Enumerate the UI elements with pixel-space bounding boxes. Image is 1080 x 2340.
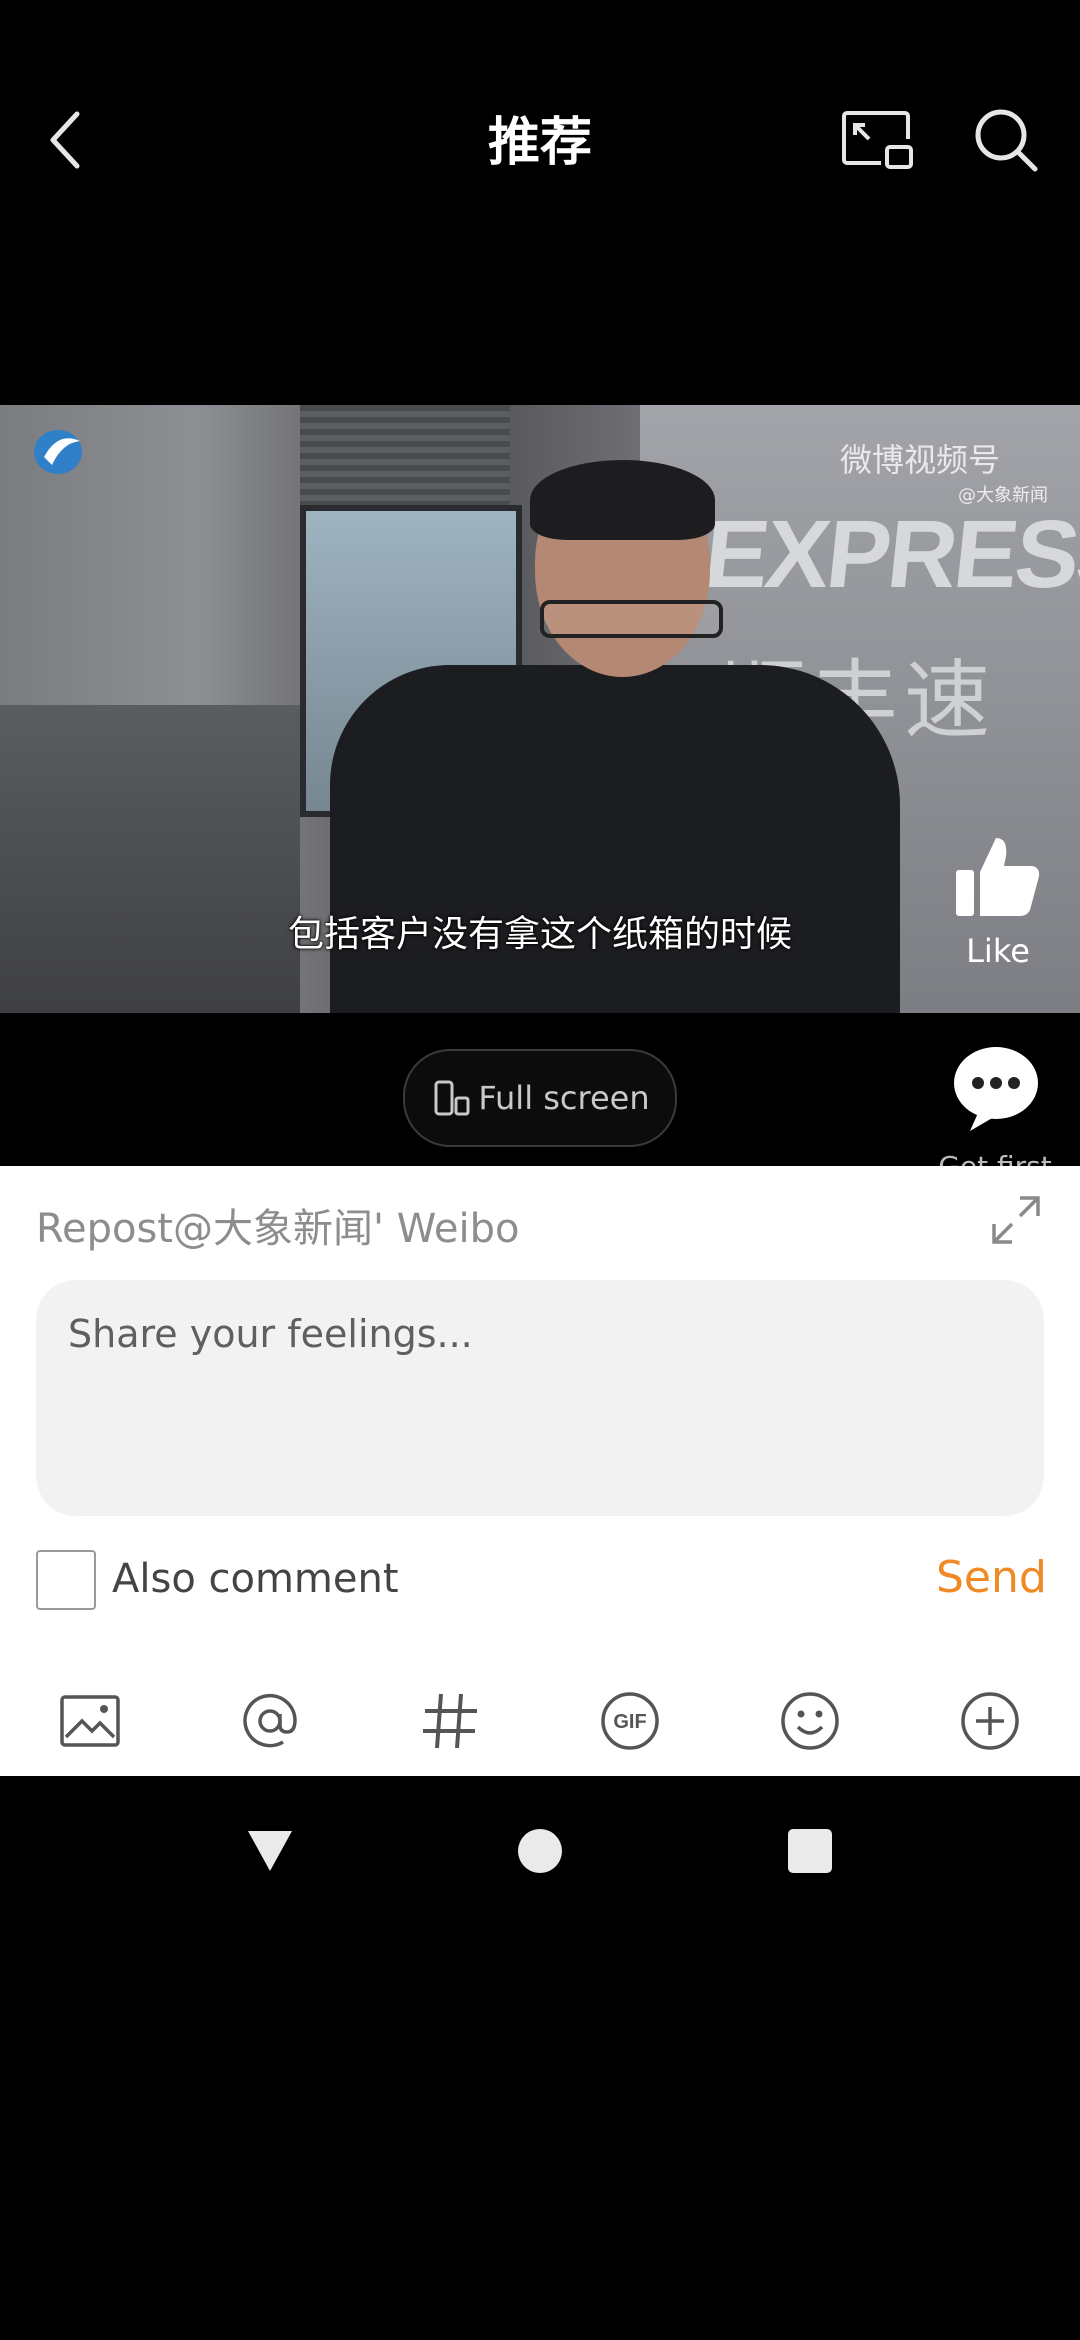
gif-icon: GIF	[601, 1692, 659, 1750]
picture-in-picture-button[interactable]	[838, 100, 918, 180]
video-person-glasses	[540, 600, 723, 638]
repost-title: Repost@大象新闻' Weibo	[36, 1206, 520, 1252]
video-scene-blinds	[300, 405, 510, 505]
svg-text:GIF: GIF	[613, 1711, 646, 1733]
search-icon	[975, 109, 1038, 172]
at-mention-icon	[243, 1693, 297, 1748]
plus-circle-icon	[961, 1692, 1019, 1750]
nav-back-button[interactable]	[240, 1821, 300, 1881]
comment-bubble-icon	[954, 1047, 1038, 1131]
repost-sheet: Repost@大象新闻' Weibo Also comment Send	[0, 1166, 1080, 1776]
full-screen-button[interactable]: Full screen	[403, 1049, 677, 1147]
triangle-back-icon	[248, 1831, 292, 1871]
watermark-handle: @大象新闻	[958, 485, 1048, 506]
video-subtitle: 包括客户没有拿这个纸箱的时候	[287, 914, 792, 955]
also-comment-checkbox[interactable]	[36, 1550, 96, 1610]
comment-label: Get first	[920, 1150, 1070, 1166]
full-screen-label: Full screen	[478, 1079, 650, 1117]
like-label: Like	[966, 932, 1030, 970]
also-comment-label: Also comment	[112, 1556, 399, 1602]
expand-button[interactable]	[990, 1194, 1042, 1246]
send-button[interactable]: Send	[936, 1552, 1047, 1603]
hashtag-icon	[423, 1693, 477, 1749]
feelings-input[interactable]	[66, 1310, 1010, 1484]
image-icon	[60, 1695, 120, 1747]
system-nav-bar	[0, 1776, 1080, 1916]
search-button[interactable]	[966, 100, 1046, 180]
composer-toolbar: GIF	[0, 1676, 1080, 1766]
video-scene-shelf	[0, 705, 300, 1013]
video-sign-text: EXPRESS	[699, 501, 1080, 608]
video-player[interactable]: EXPRESS 顺丰速运 微博视频号 @大象新闻 包括客户没有拿这个纸箱的时候 …	[0, 405, 1080, 1013]
emoji-button[interactable]	[765, 1676, 855, 1766]
nav-recents-button[interactable]	[780, 1821, 840, 1881]
picture-in-picture-icon	[842, 111, 913, 169]
insert-image-button[interactable]	[45, 1676, 135, 1766]
more-options-button[interactable]	[945, 1676, 1035, 1766]
top-bar: 推荐	[0, 0, 1080, 280]
rotate-phone-icon	[434, 1080, 470, 1116]
circle-home-icon	[518, 1829, 562, 1873]
page-title: 推荐	[487, 113, 592, 173]
nav-home-button[interactable]	[510, 1821, 570, 1881]
video-person-body	[330, 665, 900, 1013]
video-person-hair	[530, 460, 715, 540]
mention-button[interactable]	[225, 1676, 315, 1766]
broadcaster-logo	[32, 427, 88, 485]
like-button[interactable]: Like	[945, 830, 1051, 970]
weibo-video-watermark: 微博视频号	[840, 441, 1001, 479]
thumbs-up-icon	[956, 838, 1040, 916]
emoji-icon	[781, 1692, 839, 1750]
gif-button[interactable]: GIF	[585, 1676, 675, 1766]
expand-icon	[992, 1196, 1040, 1244]
feelings-input-container	[36, 1280, 1044, 1516]
comment-button[interactable]	[950, 1043, 1042, 1135]
hashtag-button[interactable]	[405, 1676, 495, 1766]
square-recents-icon	[788, 1829, 832, 1873]
